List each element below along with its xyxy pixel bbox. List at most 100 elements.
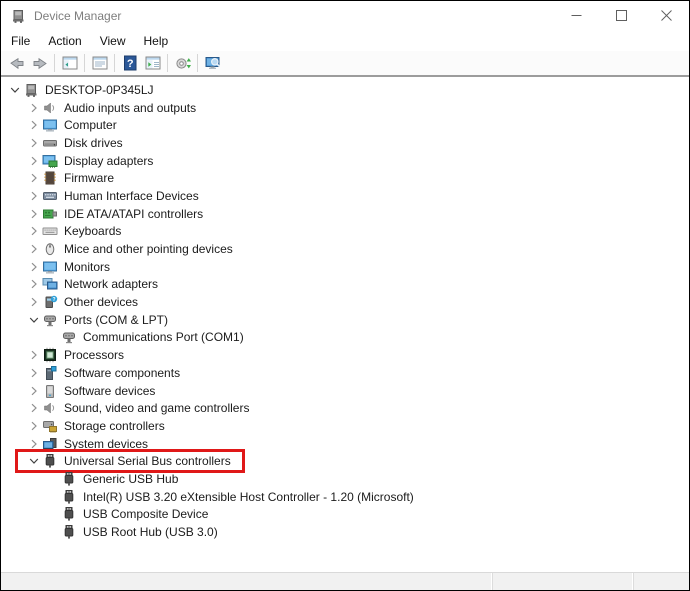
tree-item-audio-inputs-and-outputs[interactable]: Audio inputs and outputs [1,99,689,117]
tree-item-label: Computer [64,118,117,133]
tree-item-keyboards[interactable]: Keyboards [1,223,689,241]
tree-item-usb-root-hub-usb-3-0[interactable]: USB Root Hub (USB 3.0) [1,523,689,541]
status-section-middle [492,573,633,590]
tree-item-label: Human Interface Devices [64,188,199,203]
tree-item-desktop-0p345lj[interactable]: DESKTOP-0P345LJ [1,81,689,99]
device-manager-window: Device Manager File Action View Help ? D… [0,0,690,591]
chevron-right-icon[interactable] [25,100,42,116]
keyboard-icon [42,223,58,239]
chevron-right-icon[interactable] [25,347,42,363]
window-title: Device Manager [34,8,122,23]
tree-item-software-components[interactable]: Software components [1,364,689,382]
chevron-down-icon[interactable] [6,82,23,98]
tree-item-firmware[interactable]: Firmware [1,169,689,187]
chevron-right-icon[interactable] [25,117,42,133]
tree-item-ports-com-lpt[interactable]: Ports (COM & LPT) [1,311,689,329]
chevron-right-icon[interactable] [25,365,42,381]
tree-item-label: Display adapters [64,153,154,168]
help-icon: ? [121,54,139,72]
tree-item-label: System devices [64,436,149,451]
chevron-right-icon[interactable] [25,276,42,292]
system-device-icon [42,436,58,452]
tree-item-system-devices[interactable]: System devices [1,435,689,453]
tree-item-other-devices[interactable]: ? Other devices [1,293,689,311]
chevron-right-icon[interactable] [25,259,42,275]
chevron-right-icon[interactable] [25,383,42,399]
show-console-tree-button[interactable] [58,52,81,74]
network-adapter-icon [42,276,58,292]
svg-text:?: ? [126,58,133,70]
tree-item-network-adapters[interactable]: Network adapters [1,276,689,294]
chevron-right-icon[interactable] [25,206,42,222]
show-action-pane-button[interactable] [141,52,164,74]
tree-item-label: Communications Port (COM1) [83,330,244,345]
chevron-right-icon[interactable] [25,170,42,186]
device-manager-view-button[interactable] [201,52,224,74]
menu-action[interactable]: Action [39,32,90,50]
device-manager-view-icon [204,54,222,72]
usb-plug-icon [61,489,77,505]
tree-item-storage-controllers[interactable]: Storage controllers [1,417,689,435]
tree-item-display-adapters[interactable]: Display adapters [1,152,689,170]
tree-item-label: Universal Serial Bus controllers [64,454,231,469]
chevron-right-icon[interactable] [25,418,42,434]
show-console-tree-icon [61,54,79,72]
close-button[interactable] [644,1,689,30]
chevron-right-icon[interactable] [25,153,42,169]
back-button[interactable] [5,52,28,74]
menu-bar: File Action View Help [1,30,689,51]
menu-view[interactable]: View [91,32,135,50]
menu-file[interactable]: File [2,32,39,50]
tree-item-generic-usb-hub[interactable]: Generic USB Hub [1,470,689,488]
tree-item-monitors[interactable]: Monitors [1,258,689,276]
tree-item-mice-and-other-pointing-devices[interactable]: Mice and other pointing devices [1,240,689,258]
tree-item-processors[interactable]: Processors [1,346,689,364]
forward-button[interactable] [28,52,51,74]
toolbar-separator [84,54,85,72]
forward-icon [31,54,49,72]
ide-controller-icon [42,206,58,222]
tree-item-computer[interactable]: Computer [1,116,689,134]
tree-item-label: Disk drives [64,135,123,150]
title-bar: Device Manager [1,1,689,30]
chevron-right-icon[interactable] [25,294,42,310]
properties-button[interactable] [88,52,111,74]
chevron-down-icon[interactable] [25,312,42,328]
tree-item-human-interface-devices[interactable]: Human Interface Devices [1,187,689,205]
tree-item-universal-serial-bus-controllers[interactable]: Universal Serial Bus controllers [1,449,689,474]
back-icon [8,54,26,72]
help-button[interactable]: ? [118,52,141,74]
minimize-button[interactable] [554,1,599,30]
chevron-right-icon[interactable] [25,188,42,204]
tree-item-disk-drives[interactable]: Disk drives [1,134,689,152]
chevron-right-icon[interactable] [25,241,42,257]
svg-text:?: ? [52,297,55,303]
menu-help[interactable]: Help [135,32,178,50]
tree-item-ide-ata-atapi-controllers[interactable]: IDE ATA/ATAPI controllers [1,205,689,223]
chevron-placeholder [44,524,61,540]
chevron-right-icon[interactable] [25,436,42,452]
desktop-computer-icon [23,82,39,98]
show-action-pane-icon [144,54,162,72]
tree-item-label: USB Root Hub (USB 3.0) [83,525,218,540]
tree-item-label: IDE ATA/ATAPI controllers [64,206,204,221]
minimize-icon [571,15,582,16]
tree-item-label: Software components [64,365,181,380]
maximize-button[interactable] [599,1,644,30]
chevron-right-icon[interactable] [25,400,42,416]
tree-item-label: Mice and other pointing devices [64,242,233,257]
serial-port-icon [42,312,58,328]
chevron-right-icon[interactable] [25,223,42,239]
tree-item-sound-video-and-game-controllers[interactable]: Sound, video and game controllers [1,399,689,417]
chevron-down-icon[interactable] [25,453,42,469]
chevron-right-icon[interactable] [25,135,42,151]
tree-item-usb-composite-device[interactable]: USB Composite Device [1,506,689,524]
tree-item-communications-port-com1[interactable]: Communications Port (COM1) [1,329,689,347]
tree-item-intel-r-usb-3-20-extensible-host-controller-1-20-microsoft[interactable]: Intel(R) USB 3.20 eXtensible Host Contro… [1,488,689,506]
window-controls [554,1,689,30]
scan-hardware-changes-button[interactable] [171,52,194,74]
usb-plug-icon [61,506,77,522]
display-adapter-icon [42,153,58,169]
tree-item-software-devices[interactable]: Software devices [1,382,689,400]
hid-device-icon [42,188,58,204]
